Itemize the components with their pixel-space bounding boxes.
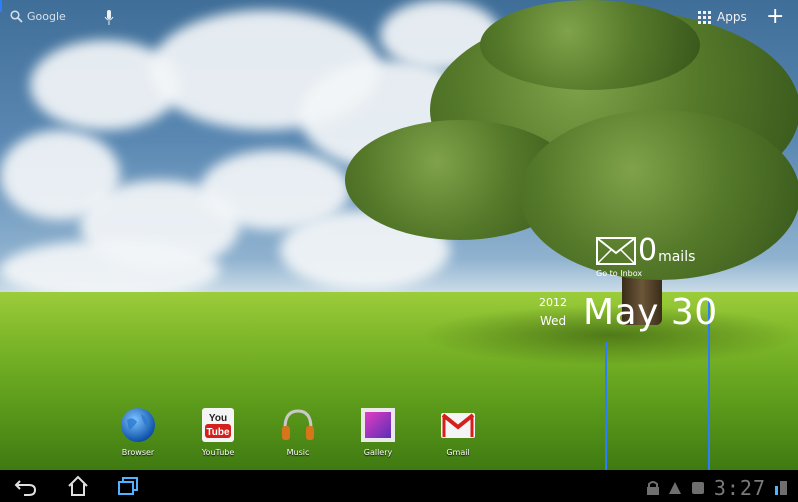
app-youtube[interactable]: You Tube YouTube (178, 406, 258, 457)
mic-icon[interactable] (104, 10, 114, 26)
search-icon (10, 10, 23, 23)
cloud (0, 240, 220, 300)
battery-icon (775, 481, 787, 495)
home-icon[interactable] (66, 474, 90, 498)
date-weekday: Wed (540, 314, 567, 328)
clock: 3:27 (713, 476, 766, 500)
blue-marker (605, 342, 607, 470)
recent-apps-icon[interactable] (116, 474, 140, 498)
app-browser[interactable]: Browser (98, 406, 178, 457)
app-label: Browser (121, 448, 155, 457)
svg-text:You: You (209, 413, 227, 424)
app-gmail[interactable]: Gmail (418, 406, 498, 457)
system-nav-bar: 3:27 (0, 470, 798, 502)
mail-unit-label: mails (658, 249, 696, 265)
top-bar: Google Apps + (0, 0, 798, 38)
envelope-icon (596, 237, 636, 265)
storage-icon (691, 482, 704, 494)
mail-count: 0 (638, 233, 658, 268)
warning-icon (668, 482, 681, 494)
app-label: Gallery (363, 448, 393, 457)
google-search-button[interactable]: Google (10, 10, 66, 23)
grid-icon (698, 10, 711, 24)
youtube-icon: You Tube (202, 408, 234, 442)
app-label: YouTube (201, 448, 235, 457)
svg-text:Tube: Tube (206, 427, 230, 438)
date-main: May 30 (583, 292, 718, 333)
apps-button[interactable]: Apps (698, 10, 747, 24)
app-music[interactable]: Music (258, 406, 338, 457)
app-label: Music (286, 448, 310, 457)
app-shortcuts: Browser You Tube YouTube Music Gallery G… (98, 406, 498, 457)
gallery-icon (361, 408, 395, 442)
headphones-icon (282, 409, 314, 440)
date-year: 2012 (539, 296, 567, 309)
gmail-icon (441, 413, 475, 438)
app-gallery[interactable]: Gallery (338, 406, 418, 457)
wallpaper (0, 0, 798, 470)
apps-label: Apps (717, 10, 747, 24)
globe-icon (121, 408, 155, 442)
add-widget-button[interactable]: + (766, 6, 784, 28)
back-icon[interactable] (14, 474, 38, 498)
status-area[interactable]: 3:27 (646, 476, 790, 500)
search-label: Google (27, 10, 66, 23)
go-to-inbox-link[interactable]: Go to Inbox (596, 269, 642, 278)
lock-icon (646, 481, 659, 495)
mail-widget[interactable]: 0 mails (596, 236, 695, 266)
app-label: Gmail (446, 448, 470, 457)
